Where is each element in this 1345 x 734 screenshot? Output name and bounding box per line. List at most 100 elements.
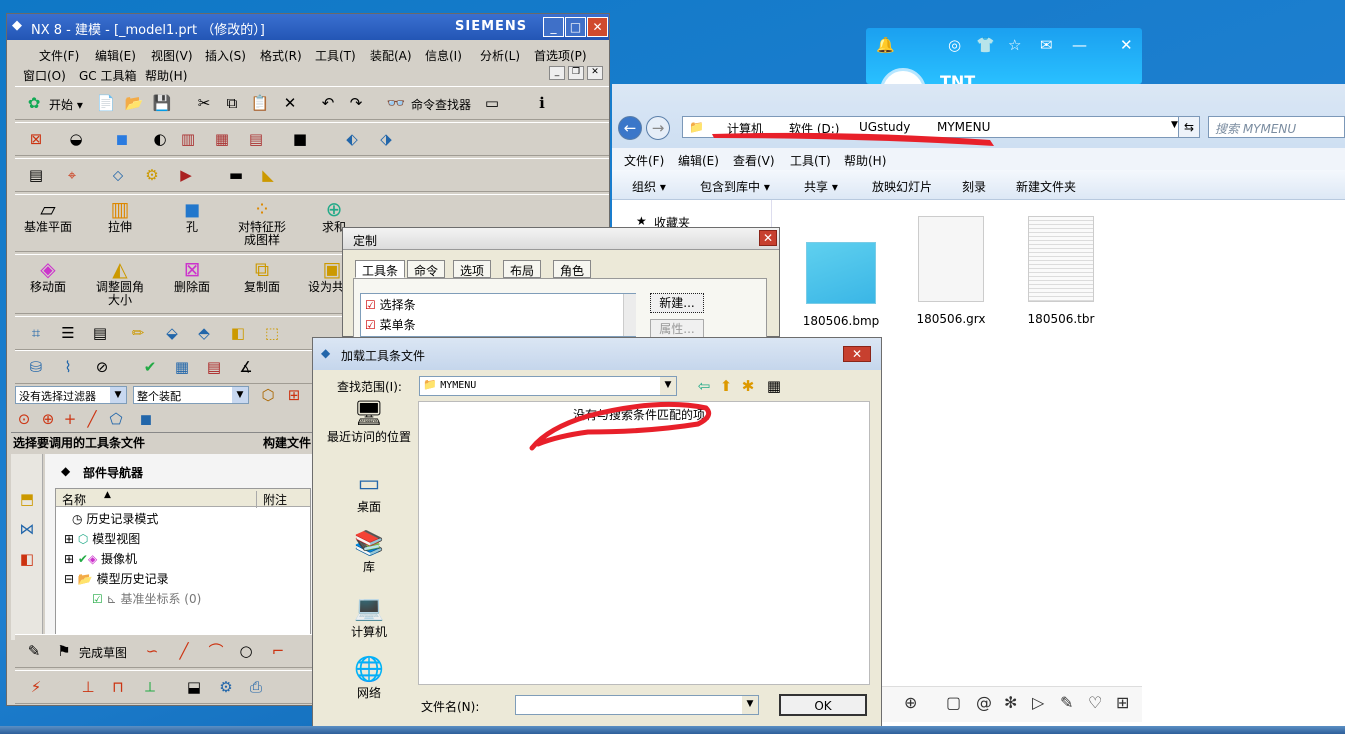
- clip-cube-icon[interactable]: ▤: [245, 128, 267, 150]
- command-finder-button[interactable]: 命令查找器: [411, 96, 471, 113]
- tab-toolbars[interactable]: 工具条: [355, 260, 406, 278]
- breadcrumb-item[interactable]: MYMENU: [937, 120, 990, 134]
- spring-icon[interactable]: ⌇: [57, 356, 79, 378]
- arc-icon[interactable]: ⌒: [205, 640, 227, 662]
- shaded-cube-icon[interactable]: ◼: [111, 128, 133, 150]
- doc-restore-button[interactable]: ❐: [568, 66, 584, 80]
- layers-stack-icon[interactable]: ☰: [57, 322, 79, 344]
- up-folder-icon[interactable]: ⬆: [715, 375, 737, 397]
- line-icon[interactable]: ╱: [81, 408, 103, 430]
- view-menu-icon[interactable]: ▦: [763, 375, 785, 397]
- look-in-select[interactable]: 📁 MYMENU ▼: [419, 376, 677, 396]
- breadcrumb-item[interactable]: 计算机: [727, 120, 763, 137]
- collapse-icon[interactable]: ⊟: [64, 572, 74, 586]
- snap-point-icon[interactable]: ⊞: [283, 384, 305, 406]
- datum-plane-button[interactable]: ▱ 基准平面: [19, 197, 77, 234]
- address-bar[interactable]: 📁 计算机 软件 (D:) UGstudy MYMENU ▼: [682, 116, 1186, 138]
- col-note-header[interactable]: 附注: [256, 491, 287, 508]
- mail-icon[interactable]: ✉: [1040, 36, 1053, 54]
- tab-options[interactable]: 选项: [453, 260, 492, 278]
- breadcrumb-item[interactable]: UGstudy: [859, 120, 910, 134]
- menu-view[interactable]: 视图(V): [151, 47, 193, 64]
- close-button[interactable]: ✕: [587, 17, 608, 37]
- breadcrumb-item[interactable]: 软件 (D:): [789, 120, 839, 137]
- menu-edit[interactable]: 编辑(E): [678, 152, 719, 169]
- move-object-icon[interactable]: ⬦: [107, 164, 129, 186]
- print-icon[interactable]: ⎙: [245, 676, 267, 698]
- fillet-icon[interactable]: ⌐: [267, 640, 289, 662]
- target-icon[interactable]: ⊙: [13, 408, 35, 430]
- forward-button[interactable]: →: [646, 116, 670, 140]
- file-item[interactable]: 180506.bmp: [796, 240, 886, 328]
- profile-icon[interactable]: ∽: [141, 640, 163, 662]
- file-list[interactable]: 没有与搜索条件匹配的项。: [418, 401, 870, 685]
- snap-icon[interactable]: ▶: [175, 164, 197, 186]
- measure-icon[interactable]: ▬: [225, 164, 247, 186]
- pin-icon[interactable]: ◆: [61, 464, 70, 478]
- menu-window[interactable]: 窗口(O): [23, 67, 66, 84]
- doc-close-button[interactable]: ✕: [587, 66, 603, 80]
- bell-icon[interactable]: 🔔: [876, 36, 895, 54]
- place-computer[interactable]: 💻 计算机: [319, 593, 419, 640]
- copy-face-button[interactable]: ⧉ 复制面: [233, 257, 291, 294]
- extrude-button[interactable]: ▥ 拉伸: [91, 197, 149, 234]
- feature-table-icon[interactable]: ⌗: [25, 322, 47, 344]
- shirt-icon[interactable]: 👕: [976, 36, 995, 54]
- render-style-icon[interactable]: ◐: [149, 128, 171, 150]
- share-button[interactable]: 共享 ▾: [804, 178, 838, 195]
- assembly-nav-icon[interactable]: ⬒: [16, 488, 38, 510]
- place-desktop[interactable]: ▭ 桌面: [319, 468, 419, 515]
- section-view-icon[interactable]: ▥: [177, 128, 199, 150]
- filter-select[interactable]: 没有选择过滤器 ▼: [15, 386, 127, 404]
- menu-gc-toolbox[interactable]: GC 工具箱: [79, 67, 137, 84]
- scrollbar[interactable]: [623, 294, 636, 336]
- cube-grid-icon[interactable]: ▦: [211, 128, 233, 150]
- redo-icon[interactable]: ↷: [345, 92, 367, 114]
- rotate-view-icon[interactable]: ⬗: [375, 128, 397, 150]
- reorder-icon[interactable]: ⬘: [193, 322, 215, 344]
- check-icon[interactable]: ✔: [139, 356, 161, 378]
- finish-flag-icon[interactable]: ⚑: [53, 640, 75, 662]
- menu-help[interactable]: 帮助(H): [145, 67, 187, 84]
- back-button[interactable]: ←: [618, 116, 642, 140]
- tree-row[interactable]: ⊟ 📂 模型历史记录: [64, 569, 169, 589]
- tools-icon[interactable]: ⚙: [141, 164, 163, 186]
- tree-row[interactable]: ☑ ⊾ 基准坐标系 (0): [92, 589, 201, 609]
- place-library[interactable]: 📚 库: [319, 528, 419, 575]
- filename-input[interactable]: ▼: [515, 695, 759, 715]
- properties-button[interactable]: 属性...: [650, 319, 704, 339]
- add-contact-icon[interactable]: ⊕: [904, 693, 917, 712]
- finish-sketch-button[interactable]: 完成草图: [79, 644, 127, 661]
- menu-edit[interactable]: 编辑(E): [95, 47, 136, 64]
- menu-info[interactable]: 信息(I): [425, 47, 462, 64]
- include-library-button[interactable]: 包含到库中 ▾: [700, 178, 770, 195]
- menu-assembly[interactable]: 装配(A): [370, 47, 412, 64]
- place-network[interactable]: 🌐 网络: [319, 654, 419, 701]
- minimize-button[interactable]: _: [543, 17, 564, 37]
- slideshow-button[interactable]: 放映幻灯片: [872, 178, 932, 195]
- list-item[interactable]: ☑ 菜单条: [365, 316, 416, 333]
- circle-target-icon[interactable]: ⊕: [37, 408, 59, 430]
- menu-file[interactable]: 文件(F): [624, 152, 664, 169]
- checkbox-icon[interactable]: ☑: [365, 318, 376, 332]
- angle-icon[interactable]: ∡: [235, 356, 257, 378]
- refresh-icon[interactable]: ⇆: [1178, 116, 1200, 138]
- tab-commands[interactable]: 命令: [407, 260, 446, 278]
- dimension-icon[interactable]: ⊓: [107, 676, 129, 698]
- menu-preferences[interactable]: 首选项(P): [534, 47, 587, 64]
- undo-icon[interactable]: ↶: [317, 92, 339, 114]
- burn-button[interactable]: 刻录: [962, 178, 986, 195]
- orient-view-icon[interactable]: ⬖: [341, 128, 363, 150]
- tab-layout[interactable]: 布局: [503, 260, 542, 278]
- checkbox-icon[interactable]: ☑: [365, 298, 376, 312]
- organize-button[interactable]: 组织 ▾: [632, 178, 666, 195]
- heart-icon[interactable]: ♡: [1088, 693, 1102, 712]
- menu-analysis[interactable]: 分析(L): [480, 47, 520, 64]
- save-icon[interactable]: 💾: [151, 92, 173, 114]
- no-entry-icon[interactable]: ⊘: [91, 356, 113, 378]
- background-icon[interactable]: ■: [289, 128, 311, 150]
- star-icon[interactable]: ☆: [1008, 36, 1021, 54]
- resize-blend-button[interactable]: ◭ 调整圆角大小: [91, 257, 149, 307]
- snowflake-icon[interactable]: ✻: [1004, 693, 1017, 712]
- sheet-grid-icon[interactable]: ▦: [171, 356, 193, 378]
